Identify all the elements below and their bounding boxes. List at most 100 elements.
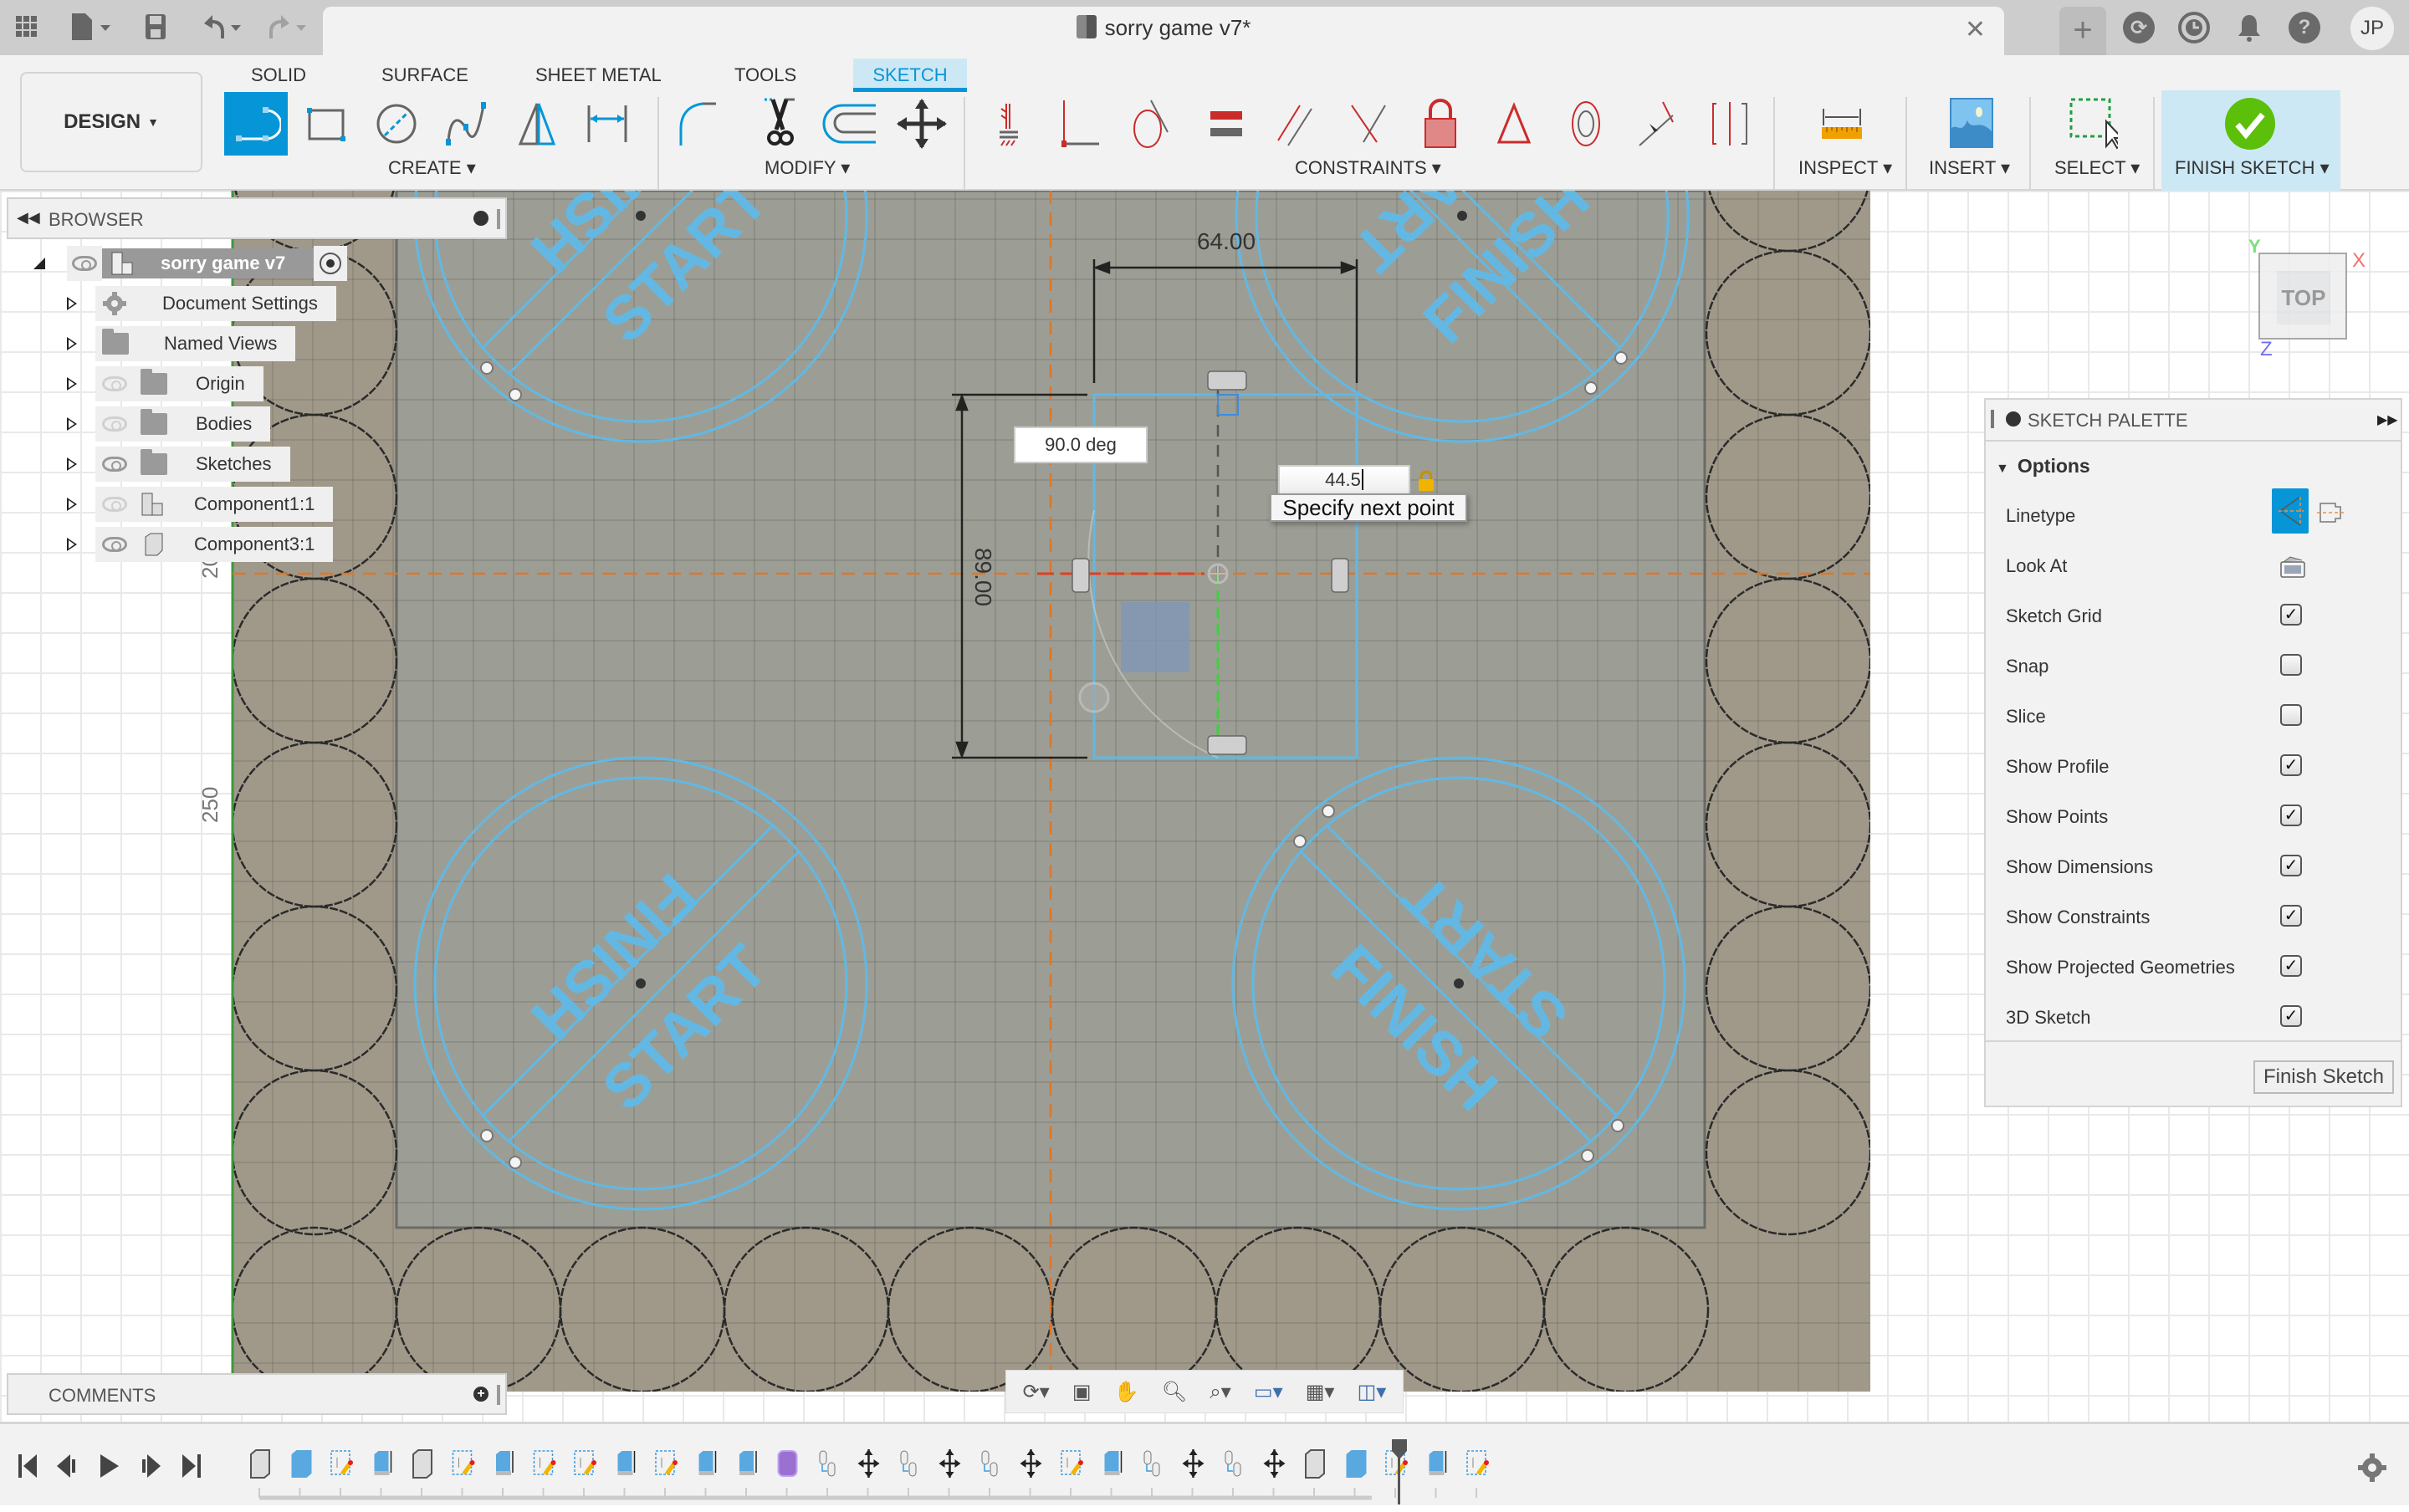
timeline-feature-sketch[interactable] [1466, 1450, 1489, 1475]
timeline-feature-sketch[interactable] [452, 1450, 475, 1475]
timeline-feature-sketch[interactable] [1061, 1450, 1083, 1475]
circle-tool[interactable] [365, 92, 428, 156]
insert-image-tool[interactable] [1939, 92, 2002, 156]
previous-step-button[interactable] [57, 1454, 75, 1478]
file-menu-button[interactable] [67, 10, 117, 43]
timeline-feature-extrude-up[interactable] [374, 1451, 392, 1475]
centerline-linetype-button[interactable] [2317, 498, 2345, 527]
checkbox-3d-sketch[interactable]: ✓ [2280, 1005, 2302, 1027]
timeline-feature-sketch[interactable] [533, 1450, 556, 1475]
browser-item-bodies[interactable]: Bodies [67, 406, 271, 442]
undo-button[interactable] [196, 10, 249, 43]
visibility-eye-icon[interactable] [72, 256, 97, 271]
timeline-feature-move[interactable] [939, 1449, 961, 1478]
timeline-feature-extrude-up[interactable] [1104, 1451, 1123, 1475]
expand-arrow-icon[interactable] [67, 377, 77, 391]
finish-sketch-menu[interactable]: FINISH SKETCH ▾ [2175, 157, 2330, 179]
expanded-arrow-icon[interactable] [33, 258, 45, 269]
resize-handle[interactable] [1991, 410, 1994, 428]
browser-item-component1-1[interactable]: Component1:1 [67, 487, 334, 522]
dimension-width-label[interactable]: 64.00 [1197, 228, 1256, 254]
timeline-feature-extrude-up[interactable] [698, 1451, 717, 1475]
modify-menu[interactable]: MODIFY ▾ [765, 157, 850, 179]
checkbox-show-dimensions[interactable]: ✓ [2280, 855, 2302, 876]
tab-solid[interactable]: SOLID [241, 59, 316, 92]
notifications-icon[interactable] [2233, 12, 2265, 43]
browser-item-document-settings[interactable]: Document Settings [67, 286, 336, 321]
visibility-eye-icon[interactable] [102, 376, 127, 391]
browser-item-named-views[interactable]: Named Views [67, 326, 296, 361]
viewports-icon[interactable]: ◫▾ [1358, 1380, 1387, 1404]
timeline-feature-form[interactable] [777, 1450, 798, 1477]
rectangle-tool[interactable] [294, 92, 358, 156]
timeline-feature-joint[interactable] [819, 1450, 836, 1477]
expand-arrow-icon[interactable] [67, 498, 77, 511]
timeline-feature-body[interactable] [412, 1449, 432, 1479]
timeline-feature-joint[interactable] [900, 1450, 917, 1477]
dimension-height-label[interactable]: 89.00 [970, 548, 996, 606]
timeline-feature-sketch[interactable] [330, 1450, 353, 1475]
insert-menu[interactable]: INSERT ▾ [1929, 157, 2010, 179]
expand-arrow-icon[interactable] [67, 417, 77, 431]
timeline-feature-body[interactable] [250, 1449, 270, 1479]
browser-item-origin[interactable]: Origin [67, 366, 263, 401]
equal-constraint[interactable] [1194, 92, 1258, 156]
timeline-feature-joint[interactable] [1143, 1450, 1160, 1477]
grid-settings-icon[interactable]: ▦▾ [1306, 1380, 1335, 1404]
dimension-tool[interactable] [575, 92, 639, 156]
timeline-feature-extrude-up[interactable] [1429, 1451, 1447, 1475]
parallel-constraint[interactable] [1266, 92, 1330, 156]
select-tool[interactable] [2059, 92, 2123, 156]
user-avatar[interactable]: JP [2350, 7, 2394, 50]
timeline-settings-gear-icon[interactable] [2358, 1453, 2386, 1482]
offset-tool[interactable] [818, 92, 882, 156]
workspace-switcher[interactable]: DESIGN ▼ [20, 72, 202, 172]
timeline-feature-extrude[interactable] [1346, 1450, 1367, 1478]
play-button[interactable] [100, 1454, 119, 1478]
checkbox-show-points[interactable]: ✓ [2280, 805, 2302, 826]
spline-tool[interactable] [435, 92, 499, 156]
dimension-lock-icon[interactable] [1417, 470, 1435, 492]
tab-surface[interactable]: SURFACE [371, 59, 478, 92]
close-tab-icon[interactable]: ✕ [1965, 15, 1986, 44]
extensions-icon[interactable]: ⟳ [2123, 12, 2155, 43]
fillet-tool[interactable] [669, 92, 733, 156]
timeline-feature-move[interactable] [1263, 1449, 1286, 1478]
orbit-icon[interactable]: ⟳▾ [1023, 1380, 1050, 1404]
go-to-end-button[interactable] [182, 1454, 201, 1478]
concentric-constraint[interactable] [1554, 92, 1618, 156]
expand-arrow-icon[interactable] [67, 538, 77, 551]
document-tab[interactable]: sorry game v7* ✕ [323, 7, 2004, 55]
checkbox-show-projected-geometries[interactable]: ✓ [2280, 955, 2302, 977]
timeline-feature-extrude-up[interactable] [617, 1451, 636, 1475]
go-to-start-button[interactable] [18, 1454, 37, 1478]
finish-sketch-tool[interactable] [2218, 92, 2282, 156]
look-at-icon[interactable]: ▣ [1072, 1380, 1092, 1404]
browser-panel-header[interactable]: ◀◀ BROWSER [7, 197, 507, 239]
new-tab-button[interactable]: + [2059, 7, 2106, 55]
length-input[interactable]: 44.5 [1278, 465, 1410, 495]
tab-tools[interactable]: TOOLS [724, 59, 806, 92]
help-icon[interactable]: ? [2289, 12, 2320, 43]
next-step-button[interactable] [142, 1454, 161, 1478]
tab-sheet-metal[interactable]: SHEET METAL [525, 59, 672, 92]
constraints-menu[interactable]: CONSTRAINTS ▾ [1295, 157, 1441, 179]
visibility-eye-icon[interactable] [102, 537, 127, 552]
create-menu[interactable]: CREATE ▾ [388, 157, 476, 179]
apps-grid-icon[interactable] [10, 10, 43, 43]
timeline-feature-move[interactable] [1182, 1449, 1204, 1478]
expand-arrow-icon[interactable] [67, 457, 77, 471]
measure-tool[interactable] [1810, 92, 1874, 156]
collinear-constraint[interactable] [1626, 92, 1690, 156]
tangent-constraint[interactable] [1118, 92, 1181, 156]
zoom-window-icon[interactable]: ⌕▾ [1210, 1380, 1231, 1404]
resize-handle[interactable] [497, 1385, 500, 1405]
redo-button[interactable] [261, 10, 315, 43]
timeline-feature-move[interactable] [1020, 1449, 1042, 1478]
timeline-feature-sketch[interactable] [655, 1450, 678, 1475]
resize-handle[interactable] [497, 209, 500, 229]
activate-radio[interactable] [320, 253, 342, 274]
fix-constraint[interactable] [979, 92, 1042, 156]
expand-arrow-icon[interactable] [67, 297, 77, 310]
checkbox-snap[interactable] [2280, 654, 2302, 676]
